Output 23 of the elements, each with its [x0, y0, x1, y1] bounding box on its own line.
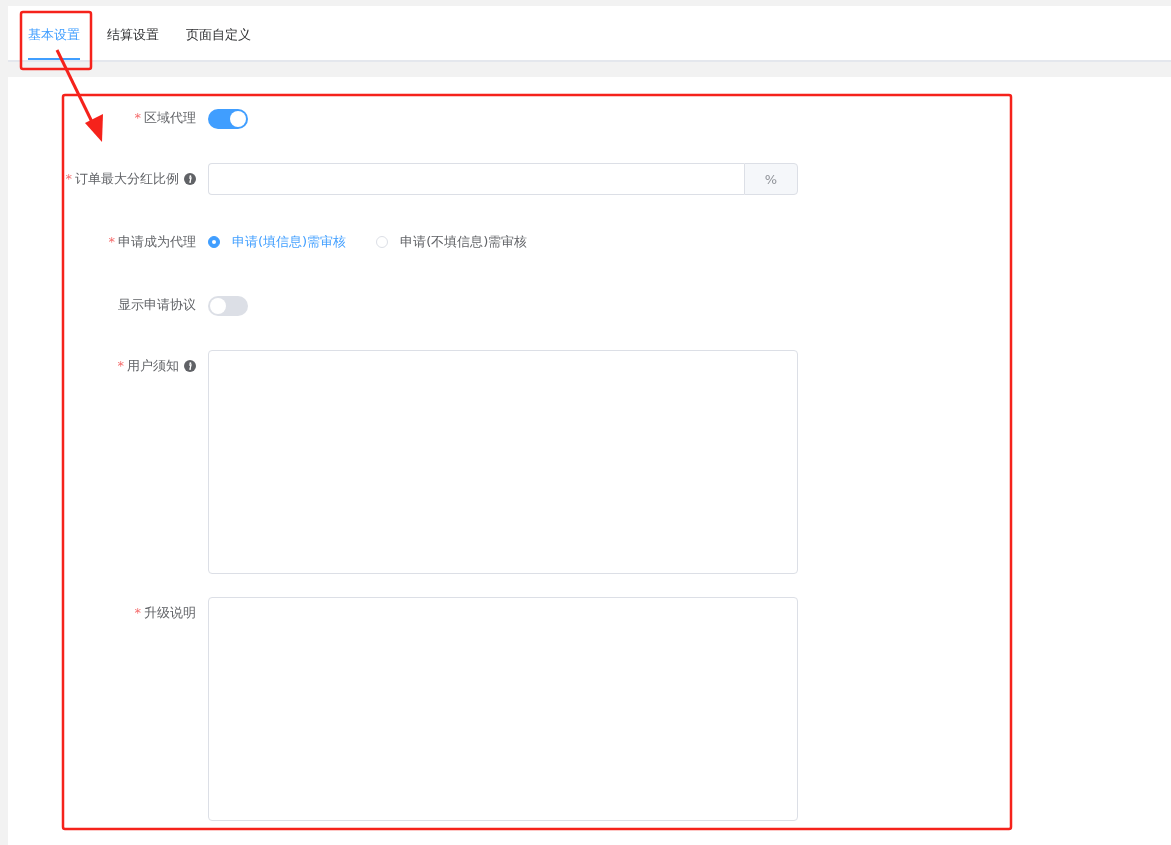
- field-label: 订单最大分红比例: [75, 170, 179, 188]
- radio-button[interactable]: [208, 236, 220, 248]
- required-asterisk: *: [117, 357, 124, 375]
- text-area[interactable]: [208, 350, 798, 574]
- info-icon[interactable]: [184, 360, 196, 372]
- input-field[interactable]: [208, 163, 744, 195]
- info-icon[interactable]: [184, 173, 196, 185]
- field-label: 显示申请协议: [118, 296, 196, 314]
- tab[interactable]: 页面自定义: [186, 6, 251, 60]
- required-asterisk: *: [134, 604, 141, 622]
- toggle-switch[interactable]: [208, 108, 248, 129]
- text-area[interactable]: [208, 597, 798, 821]
- field-label: 升级说明: [144, 604, 196, 622]
- field-label: 区域代理: [144, 109, 196, 127]
- required-asterisk: *: [108, 233, 115, 251]
- field-label: 用户须知: [127, 357, 179, 375]
- required-asterisk: *: [134, 109, 141, 127]
- radio-label[interactable]: 申请(不填信息)需审核: [400, 233, 528, 251]
- field-label: 申请成为代理: [118, 233, 196, 251]
- unit-addon: %: [744, 163, 798, 195]
- tab[interactable]: 结算设置: [107, 6, 159, 60]
- required-asterisk: *: [65, 170, 72, 188]
- toggle-switch[interactable]: [208, 295, 248, 316]
